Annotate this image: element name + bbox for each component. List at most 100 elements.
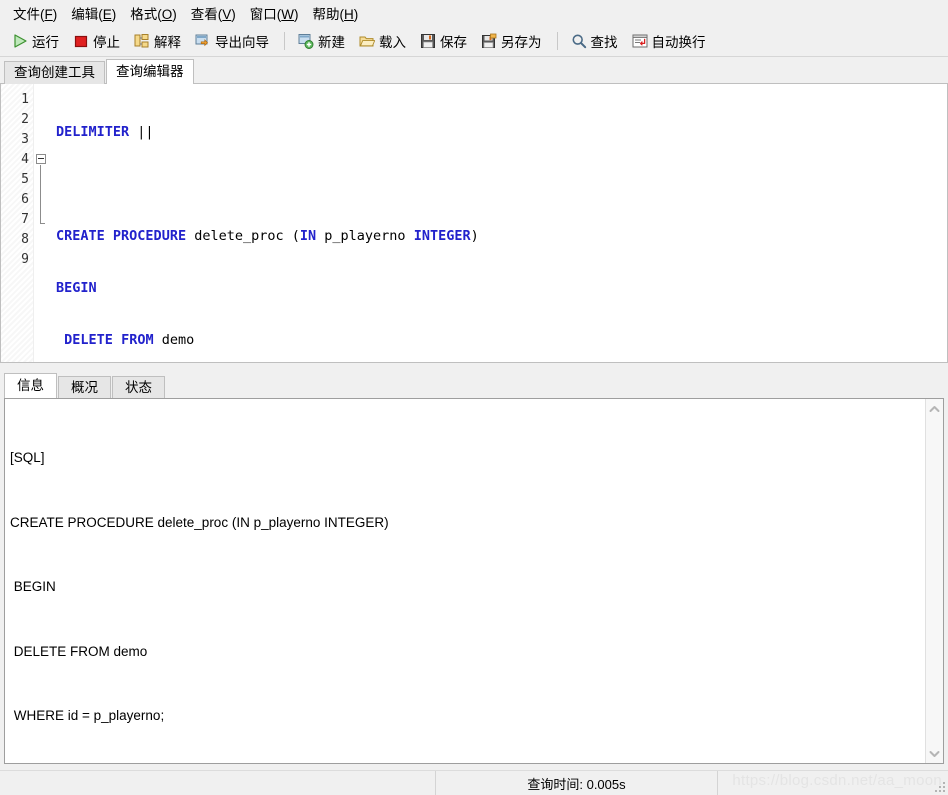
find-label: 查找 bbox=[590, 35, 618, 50]
new-query-icon bbox=[298, 33, 314, 49]
menubar: 文件(F) 编辑(E) 格式(O) 查看(V) 窗口(W) 帮助(H) bbox=[0, 0, 948, 26]
save-icon bbox=[420, 33, 436, 49]
line-number: 6 bbox=[21, 192, 29, 207]
export-wizard-label: 导出向导 bbox=[215, 35, 269, 50]
results-panel: 信息 概况 状态 [SQL] CREATE PROCEDURE delete_p… bbox=[0, 373, 948, 770]
stop-label: 停止 bbox=[93, 35, 120, 50]
tab-profile[interactable]: 概况 bbox=[58, 376, 111, 398]
menu-label-file: 文件 bbox=[13, 7, 40, 22]
scroll-up-icon[interactable] bbox=[927, 401, 942, 416]
tab-info[interactable]: 信息 bbox=[4, 373, 57, 398]
code-line-1: DELIMITER || bbox=[56, 122, 947, 142]
menu-item-file[interactable]: 文件(F) bbox=[6, 0, 64, 26]
menu-acc-file: F bbox=[44, 7, 53, 22]
code-token-keyword: DELETE bbox=[64, 332, 113, 348]
code-token-text: || bbox=[129, 124, 154, 140]
menu-label-window: 窗口 bbox=[249, 7, 277, 22]
code-line-5: DELETE FROM demo bbox=[56, 330, 947, 350]
explain-button[interactable]: 解释 bbox=[128, 28, 187, 54]
menu-acc-view: V bbox=[222, 7, 232, 22]
export-wizard-button[interactable]: 导出向导 bbox=[189, 28, 275, 54]
menu-item-view[interactable]: 查看(V) bbox=[184, 0, 243, 26]
line-number: 5 bbox=[21, 172, 29, 187]
word-wrap-button[interactable]: 自动换行 bbox=[626, 28, 712, 54]
export-wizard-icon bbox=[195, 33, 211, 49]
save-as-icon bbox=[481, 33, 497, 49]
sql-code-content[interactable]: DELIMITER || CREATE PROCEDURE delete_pro… bbox=[50, 84, 947, 362]
results-tabstrip: 信息 概况 状态 bbox=[0, 373, 948, 398]
editor-tabstrip: 查询创建工具 查询编辑器 bbox=[0, 57, 948, 84]
sql-editor-window: 文件(F) 编辑(E) 格式(O) 查看(V) 窗口(W) 帮助(H) 运行 停… bbox=[0, 0, 948, 795]
tab-status[interactable]: 状态 bbox=[112, 376, 165, 398]
code-token-keyword: INTEGER bbox=[413, 228, 471, 244]
word-wrap-icon bbox=[632, 33, 648, 49]
statusbar: 查询时间: 0.005s https://blog.csdn.net/aa_mo… bbox=[0, 770, 948, 795]
menu-acc-window: W bbox=[281, 7, 295, 22]
message-line: BEGIN bbox=[10, 579, 56, 594]
message-output-text[interactable]: [SQL] CREATE PROCEDURE delete_proc (IN p… bbox=[5, 399, 925, 763]
message-line: WHERE id = p_playerno; bbox=[10, 708, 165, 723]
code-token-text: ) bbox=[470, 228, 479, 244]
code-line-3: CREATE PROCEDURE delete_proc (IN p_playe… bbox=[56, 226, 947, 246]
new-query-label: 新建 bbox=[318, 35, 345, 50]
line-number: 8 bbox=[21, 232, 29, 247]
scroll-down-icon[interactable] bbox=[927, 746, 942, 761]
fold-toggle-icon[interactable] bbox=[36, 154, 46, 164]
menu-acc-help: H bbox=[344, 7, 354, 22]
code-token-identifier: delete_proc ( bbox=[186, 228, 300, 244]
toolbar-separator-2 bbox=[556, 32, 558, 50]
line-number: 1 bbox=[21, 92, 29, 107]
save-button[interactable]: 保存 bbox=[414, 28, 473, 54]
line-number-gutter: 1 2 3 4 5 6 7 8 9 bbox=[1, 84, 34, 362]
load-label: 载入 bbox=[379, 35, 406, 50]
menu-label-edit: 编辑 bbox=[71, 7, 99, 22]
find-button[interactable]: 查找 bbox=[565, 28, 624, 54]
line-number: 2 bbox=[21, 112, 29, 127]
sql-editor-area[interactable]: 1 2 3 4 5 6 7 8 9 DELIMITER || CREATE PR… bbox=[0, 84, 948, 363]
explain-icon bbox=[134, 33, 150, 49]
code-token-keyword: IN bbox=[299, 228, 317, 244]
load-button[interactable]: 载入 bbox=[353, 28, 412, 54]
code-token-keyword: BEGIN bbox=[56, 280, 97, 296]
run-label: 运行 bbox=[32, 35, 59, 50]
word-wrap-label: 自动换行 bbox=[651, 35, 706, 50]
stop-button[interactable]: 停止 bbox=[67, 28, 126, 54]
statusbar-query-time: 查询时间: 0.005s bbox=[436, 771, 718, 795]
panel-splitter[interactable] bbox=[0, 363, 948, 373]
tab-query-builder[interactable]: 查询创建工具 bbox=[4, 61, 105, 84]
line-number: 4 bbox=[21, 152, 29, 167]
save-label: 保存 bbox=[440, 35, 467, 50]
play-icon bbox=[12, 33, 28, 49]
toolbar: 运行 停止 解释 导出向导 新建 载入 保存 另存为 查找 自动换行 bbox=[0, 26, 948, 57]
menu-item-format[interactable]: 格式(O) bbox=[123, 0, 184, 26]
code-line-4: BEGIN bbox=[56, 278, 947, 298]
toolbar-separator-1 bbox=[284, 32, 285, 50]
search-icon bbox=[571, 33, 587, 49]
statusbar-left-cell bbox=[0, 771, 436, 795]
code-token-identifier: demo bbox=[153, 332, 195, 348]
save-as-label: 另存为 bbox=[501, 35, 542, 50]
message-line: CREATE PROCEDURE delete_proc (IN p_playe… bbox=[10, 514, 389, 530]
message-line: DELETE FROM demo bbox=[10, 643, 148, 659]
explain-label: 解释 bbox=[154, 35, 181, 50]
run-button[interactable]: 运行 bbox=[6, 28, 65, 54]
code-token-identifier: p_playerno bbox=[316, 228, 414, 244]
menu-acc-edit: E bbox=[102, 7, 112, 22]
save-as-button[interactable]: 另存为 bbox=[475, 28, 548, 54]
statusbar-right-cell bbox=[718, 771, 948, 795]
new-query-button[interactable]: 新建 bbox=[292, 28, 351, 54]
tab-query-editor[interactable]: 查询编辑器 bbox=[106, 59, 194, 84]
code-token-keyword: CREATE bbox=[56, 228, 105, 244]
resize-grip-icon[interactable] bbox=[933, 780, 945, 792]
code-token-keyword: PROCEDURE bbox=[112, 228, 187, 244]
menu-label-format: 格式 bbox=[130, 7, 158, 22]
message-scrollbar[interactable] bbox=[925, 399, 943, 763]
line-number: 9 bbox=[21, 252, 29, 267]
code-token-keyword: FROM bbox=[121, 332, 154, 348]
menu-item-window[interactable]: 窗口(W) bbox=[243, 0, 306, 26]
menu-item-help[interactable]: 帮助(H) bbox=[306, 0, 366, 26]
menu-acc-format: O bbox=[161, 7, 173, 22]
menu-label-view: 查看 bbox=[190, 7, 218, 22]
menu-item-edit[interactable]: 编辑(E) bbox=[64, 0, 123, 26]
